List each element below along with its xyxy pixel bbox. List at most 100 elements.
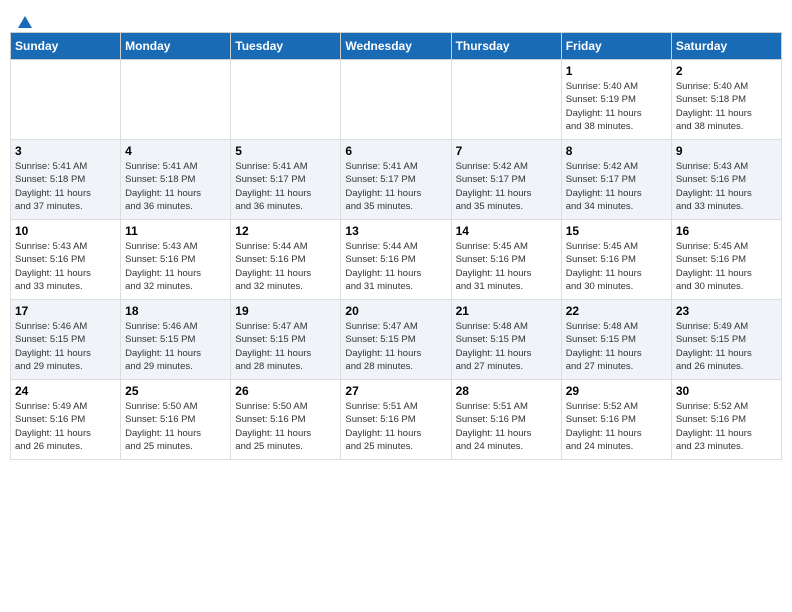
calendar-week-3: 10Sunrise: 5:43 AM Sunset: 5:16 PM Dayli…	[11, 220, 782, 300]
day-number: 6	[345, 144, 446, 158]
day-info: Sunrise: 5:48 AM Sunset: 5:15 PM Dayligh…	[456, 320, 557, 373]
day-info: Sunrise: 5:41 AM Sunset: 5:17 PM Dayligh…	[235, 160, 336, 213]
calendar-cell: 16 Sunrise: 5:45 AM Sunset: 5:16 PM Dayli…	[671, 220, 781, 300]
weekday-header-wednesday: Wednesday	[341, 33, 451, 60]
day-info: Sunrise: 5:46 AM Sunset: 5:15 PM Dayligh…	[125, 320, 226, 373]
day-info: Sunrise: 5:50 AM Sunset: 5:16 PM Dayligh…	[125, 400, 226, 453]
calendar-cell: 14 Sunrise: 5:45 AM Sunset: 5:16 PM Dayli…	[451, 220, 561, 300]
calendar-cell: 24Sunrise: 5:49 AM Sunset: 5:16 PM Dayli…	[11, 380, 121, 460]
day-number: 23	[676, 304, 777, 318]
calendar-cell: 13 Sunrise: 5:44 AM Sunset: 5:16 PM Dayli…	[341, 220, 451, 300]
day-info: Sunrise: 5:40 AM Sunset: 5:19 PM Dayligh…	[566, 80, 667, 133]
calendar-week-4: 17 Sunrise: 5:46 AM Sunset: 5:15 PM Dayli…	[11, 300, 782, 380]
day-number: 22	[566, 304, 667, 318]
day-info: Sunrise: 5:49 AM Sunset: 5:15 PM Dayligh…	[676, 320, 777, 373]
weekday-header-row: SundayMondayTuesdayWednesdayThursdayFrid…	[11, 33, 782, 60]
calendar-cell: 9 Sunrise: 5:43 AM Sunset: 5:16 PM Daylig…	[671, 140, 781, 220]
calendar-week-2: 3 Sunrise: 5:41 AM Sunset: 5:18 PM Daylig…	[11, 140, 782, 220]
weekday-header-sunday: Sunday	[11, 33, 121, 60]
day-number: 13	[345, 224, 446, 238]
calendar-table: SundayMondayTuesdayWednesdayThursdayFrid…	[10, 32, 782, 460]
day-number: 30	[676, 384, 777, 398]
day-number: 7	[456, 144, 557, 158]
day-number: 2	[676, 64, 777, 78]
calendar-cell: 19Sunrise: 5:47 AM Sunset: 5:15 PM Dayli…	[231, 300, 341, 380]
day-number: 16	[676, 224, 777, 238]
day-number: 29	[566, 384, 667, 398]
day-number: 1	[566, 64, 667, 78]
calendar-cell: 28 Sunrise: 5:51 AM Sunset: 5:16 PM Dayli…	[451, 380, 561, 460]
calendar-cell: 1 Sunrise: 5:40 AM Sunset: 5:19 PM Daylig…	[561, 60, 671, 140]
calendar-cell: 15 Sunrise: 5:45 AM Sunset: 5:16 PM Dayli…	[561, 220, 671, 300]
day-info: Sunrise: 5:43 AM Sunset: 5:16 PM Dayligh…	[676, 160, 777, 213]
day-number: 17	[15, 304, 116, 318]
day-number: 15	[566, 224, 667, 238]
calendar-cell: 21 Sunrise: 5:48 AM Sunset: 5:15 PM Dayli…	[451, 300, 561, 380]
calendar-cell	[451, 60, 561, 140]
calendar-cell	[341, 60, 451, 140]
day-number: 3	[15, 144, 116, 158]
calendar-week-1: 1 Sunrise: 5:40 AM Sunset: 5:19 PM Daylig…	[11, 60, 782, 140]
day-info: Sunrise: 5:42 AM Sunset: 5:17 PM Dayligh…	[456, 160, 557, 213]
day-info: Sunrise: 5:47 AM Sunset: 5:15 PM Dayligh…	[345, 320, 446, 373]
calendar-cell: 25 Sunrise: 5:50 AM Sunset: 5:16 PM Dayli…	[121, 380, 231, 460]
day-number: 25	[125, 384, 226, 398]
weekday-header-thursday: Thursday	[451, 33, 561, 60]
calendar-cell: 27 Sunrise: 5:51 AM Sunset: 5:16 PM Dayli…	[341, 380, 451, 460]
day-number: 21	[456, 304, 557, 318]
day-info: Sunrise: 5:52 AM Sunset: 5:16 PM Dayligh…	[566, 400, 667, 453]
day-number: 9	[676, 144, 777, 158]
calendar-cell: 8 Sunrise: 5:42 AM Sunset: 5:17 PM Daylig…	[561, 140, 671, 220]
day-number: 26	[235, 384, 336, 398]
calendar-cell: 29 Sunrise: 5:52 AM Sunset: 5:16 PM Dayli…	[561, 380, 671, 460]
day-info: Sunrise: 5:45 AM Sunset: 5:16 PM Dayligh…	[676, 240, 777, 293]
weekday-header-monday: Monday	[121, 33, 231, 60]
calendar-cell: 7 Sunrise: 5:42 AM Sunset: 5:17 PM Daylig…	[451, 140, 561, 220]
day-info: Sunrise: 5:43 AM Sunset: 5:16 PM Dayligh…	[15, 240, 116, 293]
day-info: Sunrise: 5:47 AM Sunset: 5:15 PM Dayligh…	[235, 320, 336, 373]
calendar-cell	[121, 60, 231, 140]
calendar-cell: 23 Sunrise: 5:49 AM Sunset: 5:15 PM Dayli…	[671, 300, 781, 380]
day-info: Sunrise: 5:44 AM Sunset: 5:16 PM Dayligh…	[235, 240, 336, 293]
calendar-cell: 30 Sunrise: 5:52 AM Sunset: 5:16 PM Dayli…	[671, 380, 781, 460]
day-info: Sunrise: 5:41 AM Sunset: 5:18 PM Dayligh…	[125, 160, 226, 213]
day-info: Sunrise: 5:44 AM Sunset: 5:16 PM Dayligh…	[345, 240, 446, 293]
calendar-cell: 10Sunrise: 5:43 AM Sunset: 5:16 PM Dayli…	[11, 220, 121, 300]
day-info: Sunrise: 5:45 AM Sunset: 5:16 PM Dayligh…	[456, 240, 557, 293]
day-number: 4	[125, 144, 226, 158]
day-info: Sunrise: 5:42 AM Sunset: 5:17 PM Dayligh…	[566, 160, 667, 213]
day-info: Sunrise: 5:45 AM Sunset: 5:16 PM Dayligh…	[566, 240, 667, 293]
day-info: Sunrise: 5:41 AM Sunset: 5:18 PM Dayligh…	[15, 160, 116, 213]
day-info: Sunrise: 5:52 AM Sunset: 5:16 PM Dayligh…	[676, 400, 777, 453]
calendar-cell: 26 Sunrise: 5:50 AM Sunset: 5:16 PM Dayli…	[231, 380, 341, 460]
day-info: Sunrise: 5:41 AM Sunset: 5:17 PM Dayligh…	[345, 160, 446, 213]
weekday-header-tuesday: Tuesday	[231, 33, 341, 60]
calendar-cell: 22 Sunrise: 5:48 AM Sunset: 5:15 PM Dayli…	[561, 300, 671, 380]
calendar-cell: 3 Sunrise: 5:41 AM Sunset: 5:18 PM Daylig…	[11, 140, 121, 220]
weekday-header-friday: Friday	[561, 33, 671, 60]
day-info: Sunrise: 5:51 AM Sunset: 5:16 PM Dayligh…	[345, 400, 446, 453]
day-number: 27	[345, 384, 446, 398]
logo-icon	[16, 14, 34, 32]
day-number: 18	[125, 304, 226, 318]
calendar-cell: 2 Sunrise: 5:40 AM Sunset: 5:18 PM Daylig…	[671, 60, 781, 140]
calendar-cell: 12 Sunrise: 5:44 AM Sunset: 5:16 PM Dayli…	[231, 220, 341, 300]
day-number: 12	[235, 224, 336, 238]
day-info: Sunrise: 5:50 AM Sunset: 5:16 PM Dayligh…	[235, 400, 336, 453]
day-number: 14	[456, 224, 557, 238]
day-number: 28	[456, 384, 557, 398]
day-number: 8	[566, 144, 667, 158]
day-info: Sunrise: 5:40 AM Sunset: 5:18 PM Dayligh…	[676, 80, 777, 133]
day-number: 11	[125, 224, 226, 238]
calendar-cell: 11Sunrise: 5:43 AM Sunset: 5:16 PM Dayli…	[121, 220, 231, 300]
logo	[14, 10, 34, 28]
day-info: Sunrise: 5:51 AM Sunset: 5:16 PM Dayligh…	[456, 400, 557, 453]
day-info: Sunrise: 5:48 AM Sunset: 5:15 PM Dayligh…	[566, 320, 667, 373]
calendar-week-5: 24Sunrise: 5:49 AM Sunset: 5:16 PM Dayli…	[11, 380, 782, 460]
calendar-cell	[231, 60, 341, 140]
calendar-cell: 5 Sunrise: 5:41 AM Sunset: 5:17 PM Daylig…	[231, 140, 341, 220]
day-info: Sunrise: 5:46 AM Sunset: 5:15 PM Dayligh…	[15, 320, 116, 373]
day-number: 5	[235, 144, 336, 158]
calendar-cell: 20Sunrise: 5:47 AM Sunset: 5:15 PM Dayli…	[341, 300, 451, 380]
day-info: Sunrise: 5:49 AM Sunset: 5:16 PM Dayligh…	[15, 400, 116, 453]
